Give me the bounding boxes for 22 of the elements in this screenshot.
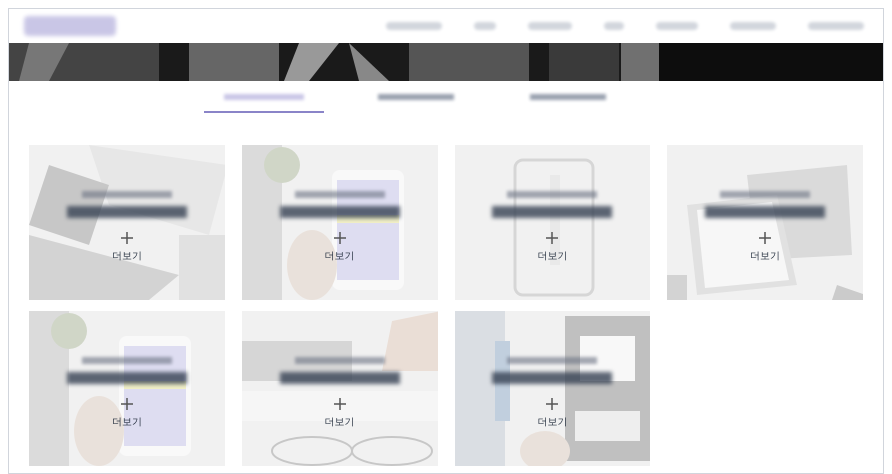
blurred-menu-item[interactable]	[528, 22, 572, 30]
more-label[interactable]: 더보기	[537, 252, 568, 262]
more-label[interactable]: 더보기	[324, 252, 355, 262]
plus-icon[interactable]	[334, 398, 346, 410]
more-label[interactable]: 더보기	[324, 418, 355, 428]
more-label[interactable]: 더보기	[112, 418, 142, 428]
plus-icon[interactable]	[546, 232, 558, 244]
blurred-menu-item[interactable]	[808, 22, 864, 30]
more-label[interactable]: 더보기	[537, 418, 568, 428]
plus-icon[interactable]	[546, 398, 558, 410]
more-label[interactable]: 더보기	[750, 252, 780, 262]
more-label[interactable]: 더보기	[112, 252, 142, 262]
logo[interactable]	[24, 16, 116, 36]
blurred-menu-item[interactable]	[730, 22, 776, 30]
plus-icon[interactable]	[334, 232, 346, 244]
blurred-menu-item[interactable]	[604, 22, 624, 30]
plus-icon[interactable]	[120, 398, 133, 410]
plus-icon[interactable]	[120, 232, 133, 244]
blurred-menu-item[interactable]	[474, 22, 496, 30]
blurred-menu-item[interactable]	[386, 22, 442, 30]
plus-icon[interactable]	[759, 232, 772, 244]
blurred-menu-item[interactable]	[656, 22, 698, 30]
